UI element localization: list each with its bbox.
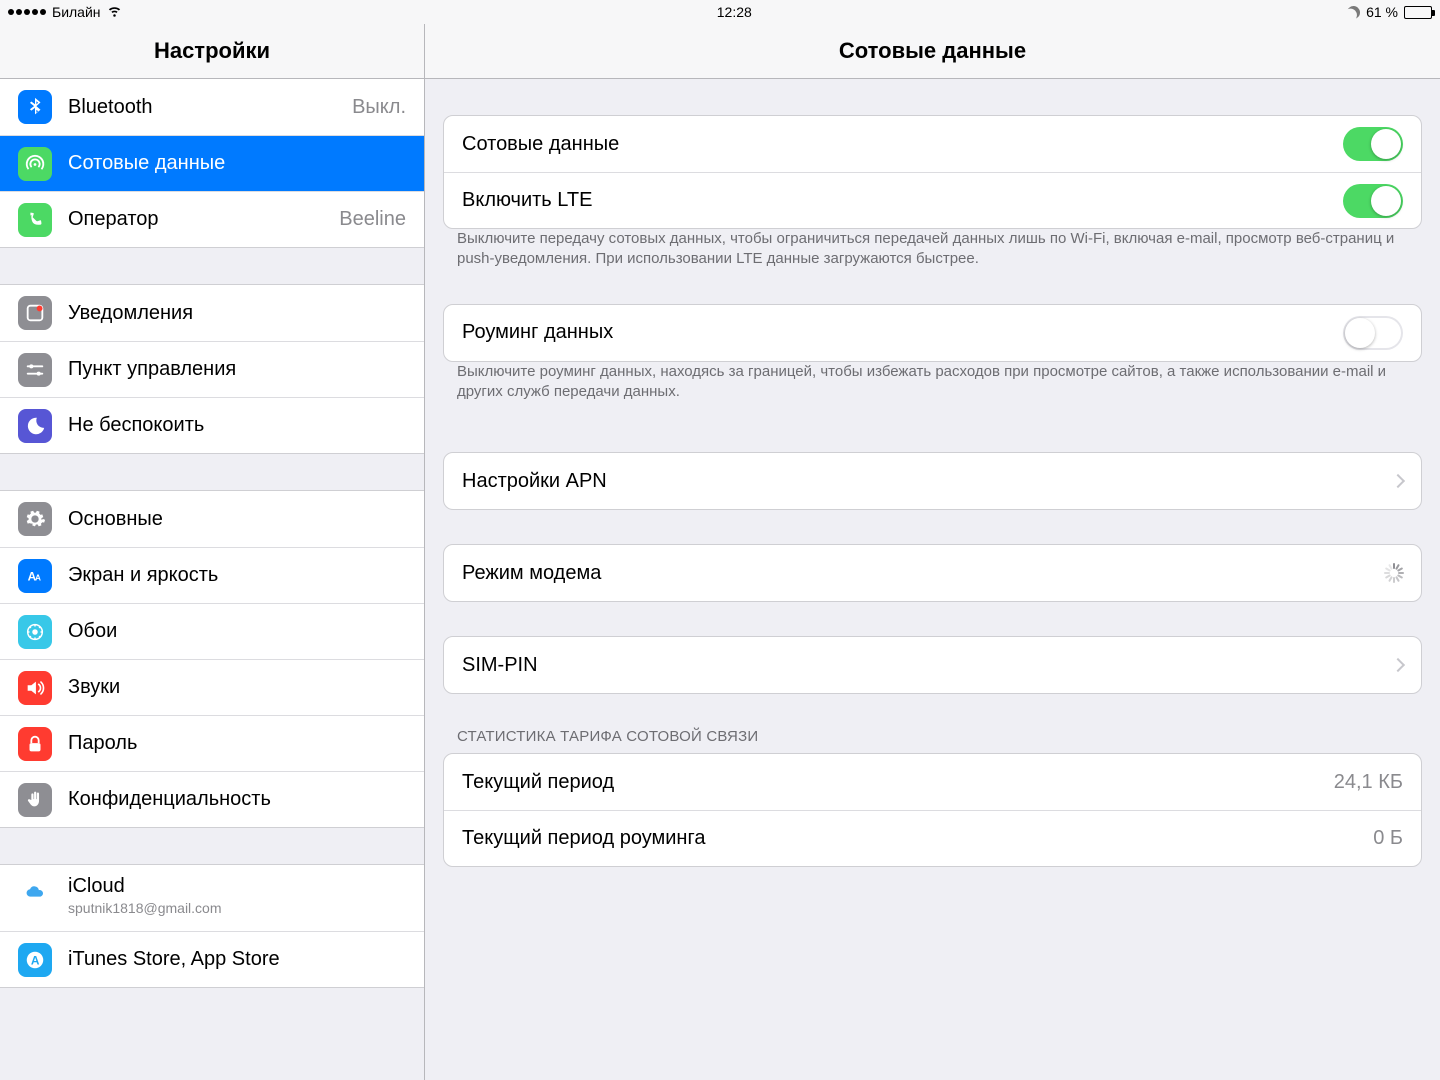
wallpaper-icon <box>18 615 52 649</box>
sidebar-item-label: Пункт управления <box>68 358 406 381</box>
sidebar-title: Настройки <box>0 24 424 79</box>
sidebar-item-label: Экран и яркость <box>68 564 406 587</box>
sidebar-item-itunes-store[interactable]: A iTunes Store, App Store <box>0 931 424 987</box>
display-icon: AA <box>18 559 52 593</box>
row-label: Настройки APN <box>462 470 1379 493</box>
row-data-roaming[interactable]: Роуминг данных <box>444 305 1421 361</box>
sidebar-item-label: Звуки <box>68 676 406 699</box>
sidebar-item-value: Beeline <box>339 208 406 231</box>
status-bar: Билайн 12:28 61 % <box>0 0 1440 24</box>
moon-icon <box>18 409 52 443</box>
row-enable-lte[interactable]: Включить LTE <box>444 172 1421 228</box>
sidebar-item-label: Не беспокоить <box>68 414 406 437</box>
row-value: 24,1 КБ <box>1334 771 1403 794</box>
row-cellular-data[interactable]: Сотовые данные <box>444 116 1421 172</box>
sidebar-item-label: Bluetooth <box>68 96 336 119</box>
control-center-icon <box>18 353 52 387</box>
row-current-period[interactable]: Текущий период 24,1 КБ <box>444 754 1421 810</box>
sidebar-item-label: Уведомления <box>68 302 406 325</box>
settings-sidebar: Настройки Bluetooth Выкл. Сотовые данные <box>0 24 425 1080</box>
row-label: Сотовые данные <box>462 133 1329 156</box>
sidebar-item-bluetooth[interactable]: Bluetooth Выкл. <box>0 79 424 135</box>
sidebar-item-label: Сотовые данные <box>68 152 406 175</box>
lock-icon <box>18 727 52 761</box>
sidebar-item-value: Выкл. <box>352 96 406 119</box>
sidebar-item-passcode[interactable]: Пароль <box>0 715 424 771</box>
chevron-right-icon <box>1391 474 1405 488</box>
sidebar-item-sublabel: sputnik1818@gmail.com <box>68 900 222 916</box>
sidebar-item-carrier[interactable]: Оператор Beeline <box>0 191 424 247</box>
sidebar-item-sounds[interactable]: Звуки <box>0 659 424 715</box>
sidebar-item-label: Основные <box>68 508 406 531</box>
cellular-icon <box>18 147 52 181</box>
do-not-disturb-icon <box>1344 3 1362 21</box>
row-sim-pin[interactable]: SIM-PIN <box>444 637 1421 693</box>
gear-icon <box>18 502 52 536</box>
sidebar-item-wallpaper[interactable]: Обои <box>0 603 424 659</box>
appstore-icon: A <box>18 943 52 977</box>
note-cellular: Выключите передачу сотовых данных, чтобы… <box>457 229 1408 270</box>
notifications-icon <box>18 296 52 330</box>
sidebar-item-do-not-disturb[interactable]: Не беспокоить <box>0 397 424 453</box>
carrier-name: Билайн <box>52 4 101 20</box>
status-time: 12:28 <box>717 4 752 20</box>
signal-strength-icon <box>8 9 46 15</box>
detail-pane: Сотовые данные Сотовые данные Включить L… <box>425 24 1440 1080</box>
row-label: Текущий период роуминга <box>462 827 1359 850</box>
svg-text:A: A <box>31 953 40 967</box>
battery-percent: 61 % <box>1366 4 1398 20</box>
hand-icon <box>18 783 52 817</box>
switch-data-roaming[interactable] <box>1343 316 1403 350</box>
sidebar-item-general[interactable]: Основные <box>0 491 424 547</box>
battery-icon <box>1404 6 1432 19</box>
sidebar-item-label: Обои <box>68 620 406 643</box>
loading-spinner-icon <box>1383 563 1403 583</box>
speaker-icon <box>18 671 52 705</box>
switch-cellular-data[interactable] <box>1343 127 1403 161</box>
wifi-icon <box>107 3 122 21</box>
row-value: 0 Б <box>1373 827 1403 850</box>
sidebar-item-label: iTunes Store, App Store <box>68 948 406 971</box>
row-label: Режим модема <box>462 562 1369 585</box>
sidebar-item-control-center[interactable]: Пункт управления <box>0 341 424 397</box>
row-label: Роуминг данных <box>462 321 1329 344</box>
sidebar-item-icloud[interactable]: iCloud sputnik1818@gmail.com <box>0 865 424 931</box>
sidebar-item-cellular[interactable]: Сотовые данные <box>0 135 424 191</box>
sidebar-item-privacy[interactable]: Конфиденциальность <box>0 771 424 827</box>
sidebar-item-display[interactable]: AA Экран и яркость <box>0 547 424 603</box>
cloud-icon <box>18 875 52 909</box>
sidebar-item-label: Конфиденциальность <box>68 788 406 811</box>
row-personal-hotspot[interactable]: Режим модема <box>444 545 1421 601</box>
svg-text:A: A <box>35 573 41 582</box>
row-roaming-period[interactable]: Текущий период роуминга 0 Б <box>444 810 1421 866</box>
sidebar-item-notifications[interactable]: Уведомления <box>0 285 424 341</box>
row-label: Включить LTE <box>462 189 1329 212</box>
switch-enable-lte[interactable] <box>1343 184 1403 218</box>
sidebar-item-label: iCloud <box>68 875 222 898</box>
detail-title: Сотовые данные <box>425 24 1440 79</box>
row-label: SIM-PIN <box>462 654 1379 677</box>
note-roaming: Выключите роуминг данных, находясь за гр… <box>457 362 1408 403</box>
phone-icon <box>18 203 52 237</box>
chevron-right-icon <box>1391 658 1405 672</box>
sidebar-item-label: Пароль <box>68 732 406 755</box>
bluetooth-icon <box>18 90 52 124</box>
row-label: Текущий период <box>462 771 1320 794</box>
section-header-stats: СТАТИСТИКА ТАРИФА СОТОВОЙ СВЯЗИ <box>457 728 1408 745</box>
row-apn-settings[interactable]: Настройки APN <box>444 453 1421 509</box>
sidebar-item-label: Оператор <box>68 208 323 231</box>
